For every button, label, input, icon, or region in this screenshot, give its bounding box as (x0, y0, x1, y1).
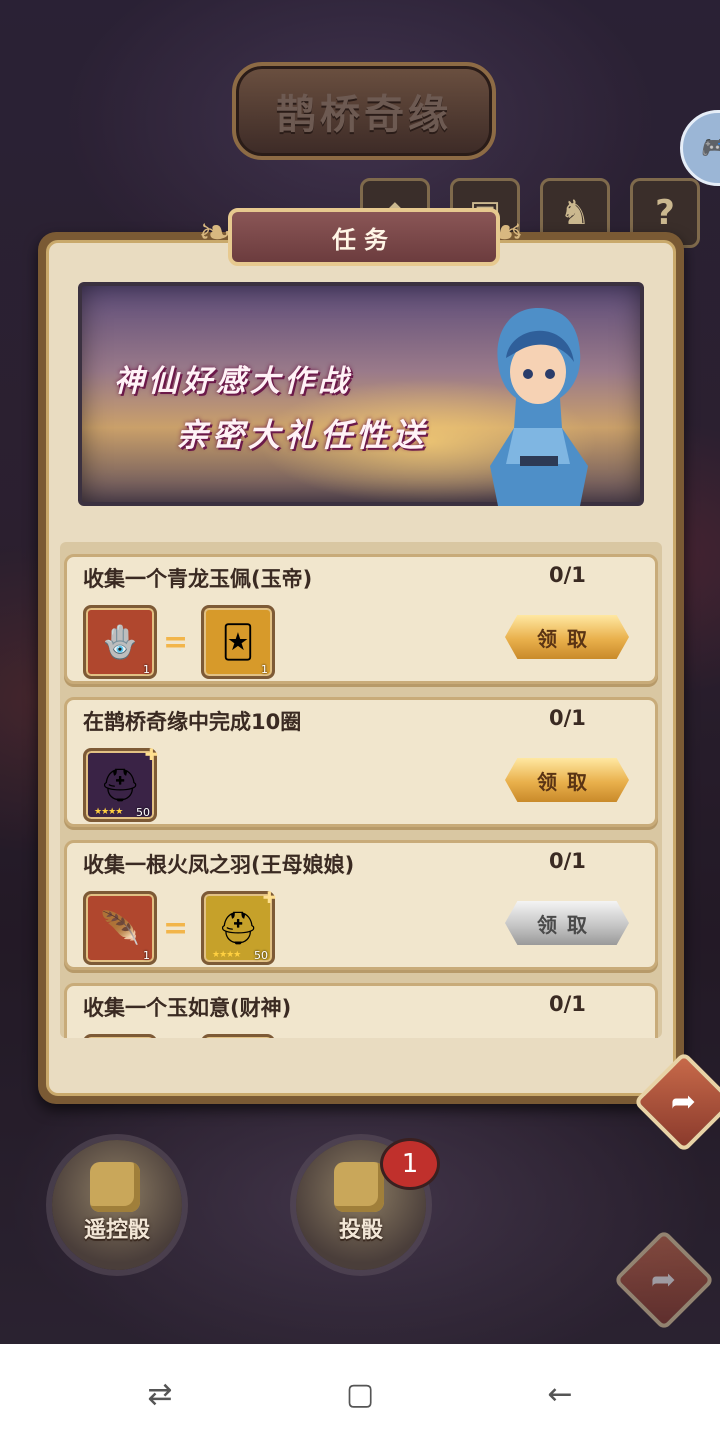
task-progress: 0/1 (549, 706, 586, 730)
claim-button-disabled[interactable]: 领取 (505, 901, 629, 945)
item-stars: ★★★★ (94, 807, 123, 817)
golden-card-icon[interactable]: 🃏 1 (201, 605, 275, 679)
panel-title: 任务 (228, 208, 500, 266)
claim-button[interactable]: 领取 (505, 615, 629, 659)
phoenix-feather-icon[interactable]: 🪶 1 (83, 891, 157, 965)
banner-line-1: 神仙好感大作战 (114, 364, 352, 399)
hero-character-icon (490, 308, 588, 506)
task-progress: 0/1 (549, 849, 586, 873)
task-progress: 0/1 (549, 992, 586, 1016)
task-title: 收集一个玉如意(财神) (83, 996, 292, 1020)
plus-icon: ✚ (144, 745, 158, 764)
task-card: 收集一个青龙玉佩(玉帝) 0/1 🪬 1 = 🃏 1 领取 (64, 554, 658, 684)
back-icon[interactable]: ← (540, 1374, 580, 1414)
item-qty: 1 (143, 949, 150, 962)
task-progress: 0/1 (549, 563, 586, 587)
task-title: 收集一根火凤之羽(王母娘娘) (83, 853, 355, 877)
task-card: 在鹊桥奇缘中完成10圈 0/1 ⛑ ✚ ★★★★ 50 领取 (64, 697, 658, 827)
system-nav-bar: ⇄ ▢ ← (0, 1344, 720, 1440)
dice-icon (90, 1162, 140, 1212)
item-qty: 50 (136, 806, 150, 819)
black-helmet-icon[interactable]: ⛑ ✚ ★★★★ 50 (83, 745, 158, 822)
item-stars: ★★★★ (212, 950, 241, 960)
event-banner: 神仙好感大作战 亲密大礼任性送 (78, 282, 644, 506)
black-helmet-icon[interactable]: ⛑ ✚ ★★★★ 50 (201, 888, 276, 965)
task-title: 在鹊桥奇缘中完成10圈 (83, 710, 302, 734)
home-icon[interactable]: ▢ (340, 1374, 380, 1414)
item-qty: 1 (143, 663, 150, 676)
reward-item-icon[interactable] (201, 1034, 275, 1038)
dice-icon (334, 1162, 384, 1212)
claim-button[interactable]: 领取 (505, 758, 629, 802)
item-qty: 50 (254, 949, 268, 962)
recent-apps-icon[interactable]: ⇄ (140, 1374, 180, 1414)
task-card: 收集一个玉如意(财神) 0/1 (64, 983, 658, 1038)
roll-count-badge: 1 (380, 1138, 440, 1190)
remote-dice-label: 遥控骰 (83, 1218, 150, 1243)
remote-dice-button[interactable]: 遥控骰 (52, 1140, 182, 1270)
banner-line-2: 亲密大礼任性送 (176, 416, 429, 454)
jade-ruyi-icon[interactable] (83, 1034, 157, 1038)
game-logo: 鹊桥奇缘 (232, 62, 496, 160)
plus-icon: ✚ (262, 888, 276, 907)
roll-dice-label: 投骰 (338, 1218, 383, 1243)
jade-pendant-icon[interactable]: 🪬 1 (83, 605, 157, 679)
task-list[interactable]: 收集一个青龙玉佩(玉帝) 0/1 🪬 1 = 🃏 1 领取 在鹊桥奇缘中完成10… (60, 542, 662, 1038)
item-qty: 1 (261, 663, 268, 676)
task-card: 收集一根火凤之羽(王母娘娘) 0/1 🪶 1 = ⛑ ✚ ★★★★ 50 领取 (64, 840, 658, 970)
equals-icon: = (163, 625, 189, 660)
task-title: 收集一个青龙玉佩(玉帝) (83, 567, 313, 591)
share-arrow-icon: ➦ (671, 1084, 697, 1120)
share-arrow-icon: ➦ (651, 1262, 677, 1298)
equals-icon: = (163, 911, 189, 946)
